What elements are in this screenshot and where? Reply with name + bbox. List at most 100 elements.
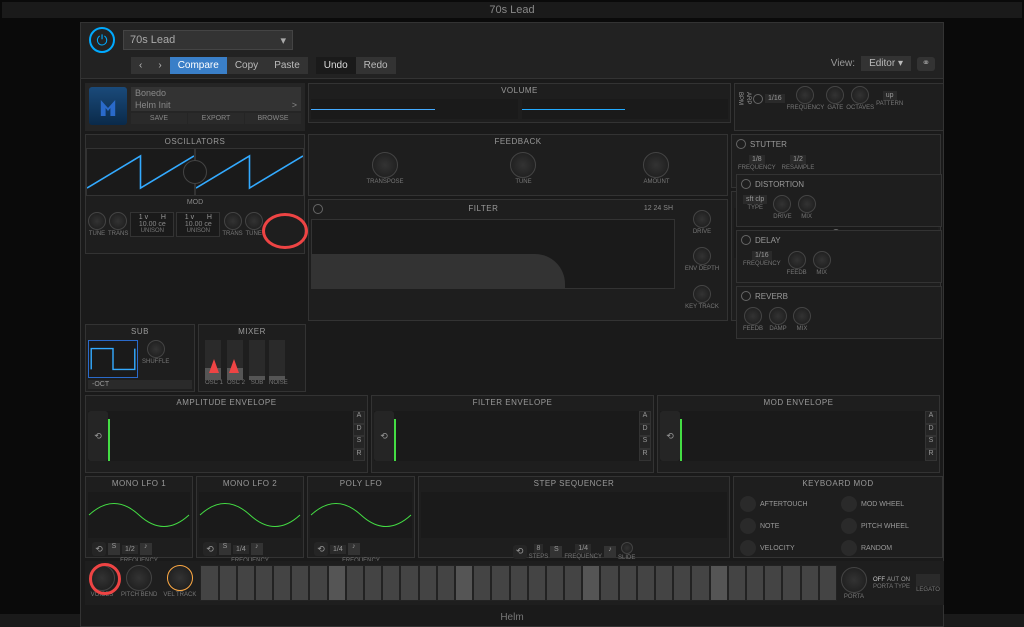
mod-env-graph[interactable] xyxy=(680,411,925,461)
random-mod[interactable] xyxy=(841,540,857,556)
preset-nav[interactable]: > xyxy=(292,100,297,110)
osc1-wave[interactable] xyxy=(86,148,195,196)
amp-env-graph[interactable] xyxy=(108,411,353,461)
delay-mix-knob[interactable] xyxy=(813,251,831,269)
filter-env-knob[interactable] xyxy=(693,247,711,265)
step-rate[interactable]: 1/4 xyxy=(575,544,591,553)
vel-track-knob[interactable] xyxy=(167,565,193,591)
osc2-tune-knob[interactable] xyxy=(245,212,263,230)
filter-env-mod[interactable]: ⟲ xyxy=(374,411,394,461)
dist-mix-knob[interactable] xyxy=(798,195,816,213)
voices-knob[interactable] xyxy=(89,565,115,591)
step-slide-knob[interactable] xyxy=(621,542,633,554)
porta-off[interactable]: OFF xyxy=(873,577,885,583)
nav-prev-button[interactable]: ‹ xyxy=(131,57,150,74)
lfo2-rate[interactable]: 1/4 xyxy=(233,545,249,554)
reverb-feedb-knob[interactable] xyxy=(744,307,762,325)
compare-button[interactable]: Compare xyxy=(170,57,227,74)
filter-power[interactable] xyxy=(313,204,323,214)
osc1-tune-knob[interactable] xyxy=(88,212,106,230)
poly-lfo-wave[interactable] xyxy=(310,492,412,538)
nav-next-button[interactable]: › xyxy=(150,57,169,74)
dist-drive-knob[interactable] xyxy=(773,195,791,213)
poly-lfo-rate[interactable]: 1/4 xyxy=(330,545,346,554)
delay-rate[interactable]: 1/16 xyxy=(752,251,772,260)
lfo1-retrig[interactable]: ♪ xyxy=(140,543,152,555)
osc2-trans-knob[interactable] xyxy=(224,212,242,230)
stutter-rate1[interactable]: 1/8 xyxy=(749,155,765,164)
dist-type[interactable]: sft clp xyxy=(743,195,767,204)
velocity-mod[interactable] xyxy=(740,540,756,556)
sub-shuffle-knob[interactable] xyxy=(147,340,165,358)
redo-button[interactable]: Redo xyxy=(356,57,396,74)
arp-power[interactable] xyxy=(753,94,763,104)
step-retrig[interactable]: ♪ xyxy=(604,546,616,558)
reverb-power[interactable] xyxy=(741,291,751,301)
lfo2-mod[interactable]: ⟲ xyxy=(203,542,217,556)
step-count[interactable]: 8 xyxy=(534,544,544,553)
osc1-trans-knob[interactable] xyxy=(109,212,127,230)
link-icon[interactable]: ⚭ xyxy=(917,57,935,71)
lfo2-retrig[interactable]: ♪ xyxy=(251,543,263,555)
keyboard[interactable] xyxy=(200,565,837,601)
modwheel-mod[interactable] xyxy=(841,496,857,512)
legato-toggle[interactable] xyxy=(916,574,940,586)
preset-selector[interactable]: 70s Lead ▾ xyxy=(123,30,293,50)
step-sync[interactable]: S xyxy=(550,546,562,558)
lfo2-sync[interactable]: S xyxy=(219,543,231,555)
fb-tune-knob[interactable] xyxy=(510,152,536,178)
step-mod[interactable]: ⟲ xyxy=(513,545,527,559)
note-mod[interactable] xyxy=(740,518,756,534)
fb-transpose-knob[interactable] xyxy=(372,152,398,178)
stutter-power[interactable] xyxy=(736,139,746,149)
undo-button[interactable]: Undo xyxy=(316,57,356,74)
osc2-unison[interactable]: 1 vH 10.00 ce UNISON xyxy=(176,212,220,237)
amp-env-mod[interactable]: ⟲ xyxy=(88,411,108,461)
power-button[interactable]: ⏻ xyxy=(89,27,115,53)
volume-slider[interactable] xyxy=(311,99,518,119)
mod-env-mod[interactable]: ⟲ xyxy=(660,411,680,461)
lfo1-rate[interactable]: 1/2 xyxy=(122,545,138,554)
delay-power[interactable] xyxy=(741,235,751,245)
dist-power[interactable] xyxy=(741,179,751,189)
mixer-noise-slider[interactable] xyxy=(269,340,285,380)
osc2-wave[interactable] xyxy=(195,148,304,196)
lfo1-sync[interactable]: S xyxy=(108,543,120,555)
porta-on[interactable]: ON xyxy=(901,577,910,583)
poly-lfo-retrig[interactable]: ♪ xyxy=(348,543,360,555)
paste-button[interactable]: Paste xyxy=(266,57,308,74)
filter-key-knob[interactable] xyxy=(693,285,711,303)
pitchwheel-mod[interactable] xyxy=(841,518,857,534)
arp-rate[interactable]: 1/16 xyxy=(765,94,785,103)
sub-oct[interactable]: -OCT xyxy=(88,380,192,389)
poly-lfo-mod[interactable]: ⟲ xyxy=(314,542,328,556)
export-button[interactable]: EXPORT xyxy=(188,113,244,124)
porta-aut[interactable]: AUT xyxy=(887,577,899,583)
filter-modes[interactable]: 12 24 SH xyxy=(644,205,673,212)
arp-gate-knob[interactable] xyxy=(826,86,844,104)
lfo1-mod[interactable]: ⟲ xyxy=(92,542,106,556)
arp-freq-knob[interactable] xyxy=(796,86,814,104)
save-button[interactable]: SAVE xyxy=(131,113,187,124)
lfo2-wave[interactable] xyxy=(199,492,301,538)
browse-button[interactable]: BROWSE xyxy=(245,113,301,124)
osc-mod-knob[interactable] xyxy=(183,160,207,184)
arp-pattern[interactable]: up xyxy=(883,91,897,100)
mixer-sub-slider[interactable] xyxy=(249,340,265,380)
osc1-unison[interactable]: 1 vH 10.00 ce UNISON xyxy=(130,212,174,237)
filter-display[interactable] xyxy=(311,219,675,289)
step-display[interactable] xyxy=(421,492,727,538)
pitch-bend-knob[interactable] xyxy=(126,565,152,591)
sub-wave[interactable] xyxy=(88,340,138,378)
reverb-mix-knob[interactable] xyxy=(793,307,811,325)
lfo1-wave[interactable] xyxy=(88,492,190,538)
porta-knob[interactable] xyxy=(841,567,867,593)
view-selector[interactable]: Editor ▾ xyxy=(861,56,911,71)
filter-drive-knob[interactable] xyxy=(693,210,711,228)
delay-feedb-knob[interactable] xyxy=(788,251,806,269)
fb-amount-knob[interactable] xyxy=(643,152,669,178)
arp-oct-knob[interactable] xyxy=(851,86,869,104)
stutter-rate2[interactable]: 1/2 xyxy=(790,155,806,164)
copy-button[interactable]: Copy xyxy=(227,57,266,74)
filter-env-graph[interactable] xyxy=(394,411,639,461)
